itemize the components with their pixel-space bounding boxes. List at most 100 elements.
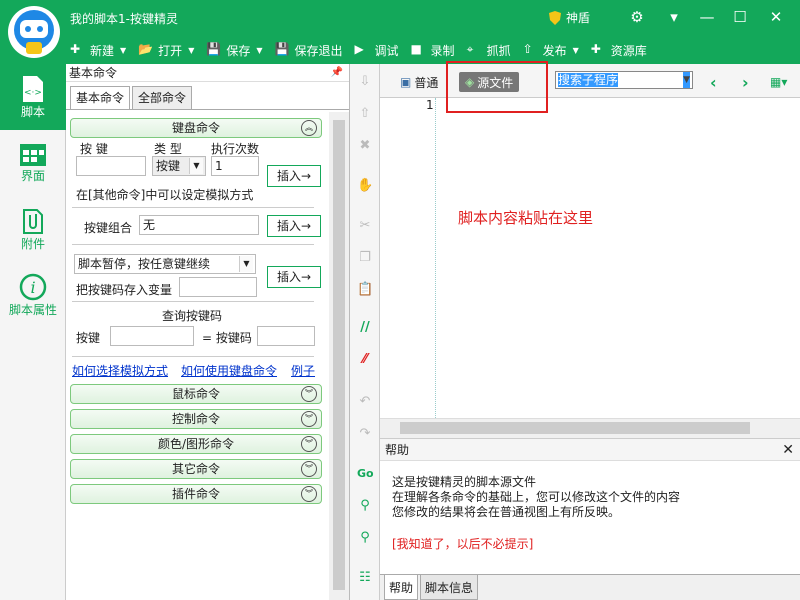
toolbar-button-debug[interactable]: ▶ 调试 — [355, 42, 399, 59]
info-icon: i — [19, 273, 47, 300]
tab-all-commands[interactable]: 全部命令 — [132, 86, 193, 109]
cut-icon[interactable]: ✂ — [357, 218, 373, 234]
insert-button-1[interactable]: 插入→ — [267, 165, 321, 187]
library-icon: ✚ — [590, 42, 601, 56]
redo-icon[interactable]: ↷ — [357, 426, 373, 442]
panel-title: 基本命令 — [69, 66, 118, 80]
move-up-icon[interactable]: ⇧ — [357, 106, 373, 122]
undo-icon[interactable]: ↶ — [357, 394, 373, 410]
nav-item-interface[interactable]: 界面 — [0, 130, 66, 196]
group-other[interactable]: 其它命令 ︾ — [70, 459, 322, 479]
comment-icon[interactable]: // — [357, 320, 373, 336]
type-select[interactable]: 按键 ▼ — [152, 156, 206, 176]
link-simulation-mode[interactable]: 如何选择模拟方式 — [72, 362, 168, 379]
group-keyboard[interactable]: 键盘命令 ︽ — [70, 118, 322, 138]
divider — [72, 244, 314, 245]
dismiss-link[interactable]: [我知道了，以后不必提示] — [392, 535, 533, 552]
key-input[interactable] — [76, 156, 146, 176]
title-bar: 我的脚本1-按键精灵 神盾 ⚙ ▾ — ☐ ✕ ✚ 新建 ▼ 📂 打开 ▼ 💾 保存 ▼ 💾 保存退… — [0, 0, 800, 64]
publish-icon: ⇧ — [522, 42, 533, 56]
panel-scrollbar[interactable] — [329, 112, 349, 600]
chevron-down-icon: ︾ — [301, 411, 317, 427]
nav-item-attachment[interactable]: 附件 — [0, 196, 66, 262]
query-code-input[interactable] — [257, 326, 315, 346]
link-example[interactable]: 例子 — [291, 362, 315, 379]
paste-icon[interactable]: 📋 — [357, 282, 373, 298]
source-editor[interactable]: 1 — [380, 98, 800, 418]
close-button[interactable]: ✕ — [762, 4, 790, 30]
delete-icon[interactable]: ✖ — [357, 138, 373, 154]
maximize-icon: ☐ — [733, 8, 747, 26]
search-text: 搜索子程序 — [558, 73, 619, 87]
move-down-icon[interactable]: ⇩ — [357, 74, 373, 90]
horizontal-scrollbar[interactable] — [380, 418, 800, 436]
scroll-thumb[interactable] — [333, 120, 345, 590]
divider — [72, 207, 314, 208]
shield-button[interactable]: 神盾 — [548, 9, 590, 26]
toolbar-button-publish[interactable]: ⇧ 发布 ▼ — [523, 42, 579, 59]
link-keyboard-usage[interactable]: 如何使用键盘命令 — [181, 362, 277, 379]
toolbar-button-plus[interactable]: ✚ 新建 ▼ — [70, 42, 126, 59]
toolbar-button-library[interactable]: ✚ 资源库 — [591, 42, 647, 59]
nav-item-properties[interactable]: i 脚本属性 — [0, 262, 66, 328]
col-times-label: 执行次数 — [211, 142, 260, 156]
combo-input[interactable]: 无 — [139, 215, 259, 235]
toolbar-label: 保存退出 — [294, 43, 343, 58]
query-title: 查询按键码 — [162, 309, 223, 323]
panel-tabs: 基本命令 全部命令 — [66, 82, 349, 110]
gear-icon: ⚙ — [630, 8, 644, 26]
query-key-input[interactable] — [110, 326, 194, 346]
pause-select[interactable]: 脚本暂停，按任意键继续 ▼ — [74, 254, 256, 274]
query-code-label: = 按键码 — [202, 331, 252, 345]
toolbar-button-folder-open[interactable]: 📂 打开 ▼ — [138, 42, 194, 59]
settings-button[interactable]: ⚙ — [623, 4, 651, 30]
maximize-button[interactable]: ☐ — [726, 4, 754, 30]
left-nav: <·> 脚本 界面 附件 i 脚本属性 — [0, 64, 66, 600]
tab-script-info[interactable]: 脚本信息 — [420, 575, 479, 600]
scroll-thumb[interactable] — [400, 422, 750, 434]
group-mouse[interactable]: 鼠标命令 ︾ — [70, 384, 322, 404]
hand-icon[interactable]: ✋ — [357, 178, 373, 194]
toolbar-button-record[interactable]: ■ 录制 — [411, 42, 455, 59]
group-plugin[interactable]: 插件命令 ︾ — [70, 484, 322, 504]
folder-open-icon: 📂 — [138, 42, 154, 56]
uncomment-icon[interactable]: ⁄⁄ — [357, 352, 373, 368]
toolbar-button-save[interactable]: 💾 保存 ▼ — [206, 42, 262, 59]
nav-label: 界面 — [20, 168, 45, 183]
toolbar-button-save-exit[interactable]: 💾 保存退出 — [275, 42, 343, 59]
toolbar-button-capture[interactable]: ⌖ 抓抓 — [467, 42, 511, 59]
copy-icon[interactable]: ❐ — [357, 250, 373, 266]
subroutine-search[interactable]: 搜索子程序 ▼ — [555, 71, 693, 89]
layout-button[interactable]: ▦▾ — [770, 72, 787, 92]
pin-icon[interactable]: 📌 — [331, 64, 343, 82]
tab-basic-commands[interactable]: 基本命令 — [70, 86, 131, 109]
group-label: 鼠标命令 — [171, 387, 220, 401]
group-control[interactable]: 控制命令 ︾ — [70, 409, 322, 429]
next-button[interactable]: › — [742, 72, 749, 92]
tab-help[interactable]: 帮助 — [384, 575, 419, 600]
line-gutter: 1 — [380, 98, 436, 418]
replace-icon[interactable]: ⚲ — [357, 530, 373, 546]
goto-icon[interactable]: Go — [357, 466, 374, 482]
menu-button[interactable]: ▾ — [660, 4, 688, 30]
save-exit-icon: 💾 — [274, 42, 290, 56]
group-label: 颜色/图形命令 — [157, 437, 235, 451]
store-label: 把按键码存入变量 — [76, 283, 173, 297]
prev-button[interactable]: ‹ — [710, 72, 717, 92]
debug-icon: ▶ — [354, 42, 364, 56]
col-key-label: 按 键 — [80, 142, 108, 156]
list-icon[interactable]: ☷ — [357, 570, 373, 586]
variable-input[interactable] — [179, 277, 257, 297]
find-icon[interactable]: ⚲ — [357, 498, 373, 514]
minimize-button[interactable]: — — [693, 4, 721, 30]
chevron-down-icon: ︾ — [301, 436, 317, 452]
group-color-image[interactable]: 颜色/图形命令 ︾ — [70, 434, 322, 454]
tab-normal[interactable]: ▣ 普通 — [400, 72, 438, 92]
times-input[interactable]: 1 — [211, 156, 259, 176]
insert-button-3[interactable]: 插入→ — [267, 266, 321, 288]
insert-button-2[interactable]: 插入→ — [267, 215, 321, 237]
toolbar-label: 发布 — [542, 43, 567, 58]
nav-item-script[interactable]: <·> 脚本 — [0, 64, 66, 130]
close-icon[interactable]: ✕ — [782, 439, 794, 461]
plus-icon: ✚ — [70, 42, 81, 56]
